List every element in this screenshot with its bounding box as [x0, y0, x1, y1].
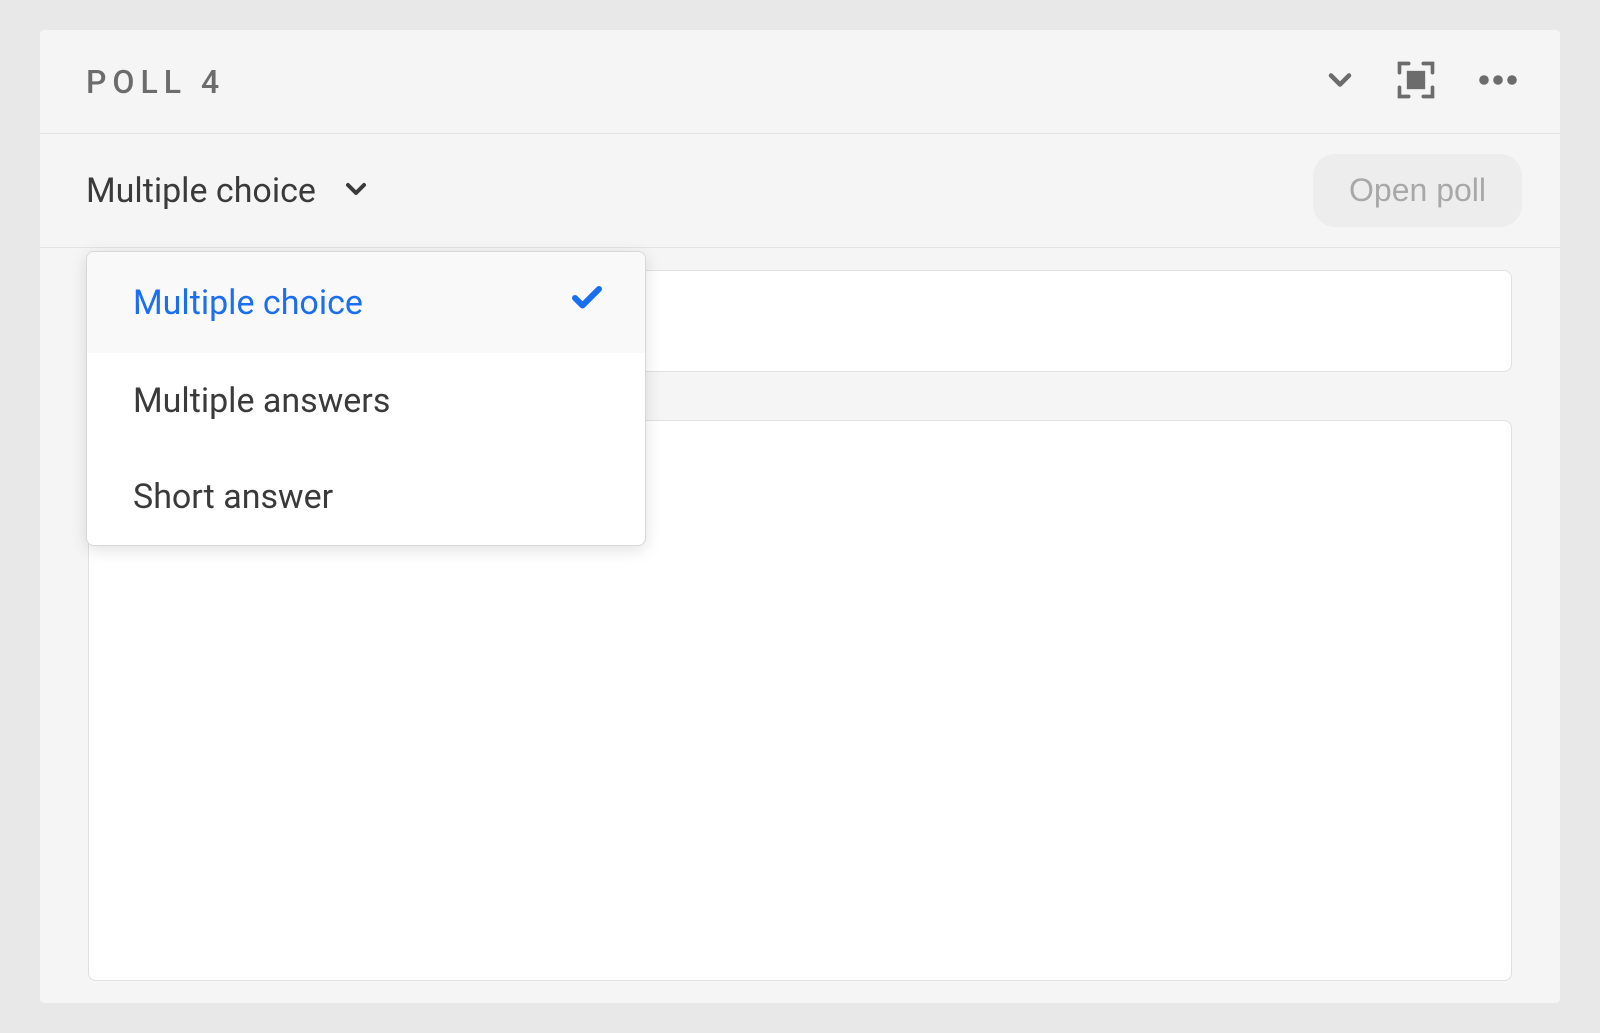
panel-title: POLL 4 [86, 63, 1322, 101]
header-icons [1322, 56, 1522, 107]
dropdown-option-label: Multiple answers [133, 381, 390, 421]
dropdown-option-multiple-answers[interactable]: Multiple answers [87, 353, 645, 449]
poll-type-dropdown: Multiple choice Multiple answers Short a… [86, 251, 646, 546]
check-icon [569, 280, 605, 325]
dropdown-option-label: Short answer [133, 477, 333, 517]
fullscreen-icon [1394, 58, 1438, 105]
poll-panel-header: POLL 4 [40, 30, 1560, 134]
dropdown-option-multiple-choice[interactable]: Multiple choice [87, 252, 645, 353]
poll-panel: POLL 4 Multiple choice [40, 30, 1560, 1003]
dropdown-option-short-answer[interactable]: Short answer [87, 449, 645, 545]
chevron-down-icon [340, 173, 372, 209]
fullscreen-button[interactable] [1394, 58, 1438, 105]
poll-toolbar: Multiple choice Open poll Multiple choic… [40, 134, 1560, 248]
collapse-button[interactable] [1322, 62, 1358, 101]
more-horizontal-icon [1474, 56, 1522, 107]
open-poll-button[interactable]: Open poll [1313, 154, 1522, 227]
more-options-button[interactable] [1474, 56, 1522, 107]
dropdown-option-label: Multiple choice [133, 283, 363, 323]
poll-type-label: Multiple choice [86, 171, 316, 211]
chevron-down-icon [1322, 62, 1358, 101]
poll-type-selector[interactable]: Multiple choice [86, 171, 372, 211]
